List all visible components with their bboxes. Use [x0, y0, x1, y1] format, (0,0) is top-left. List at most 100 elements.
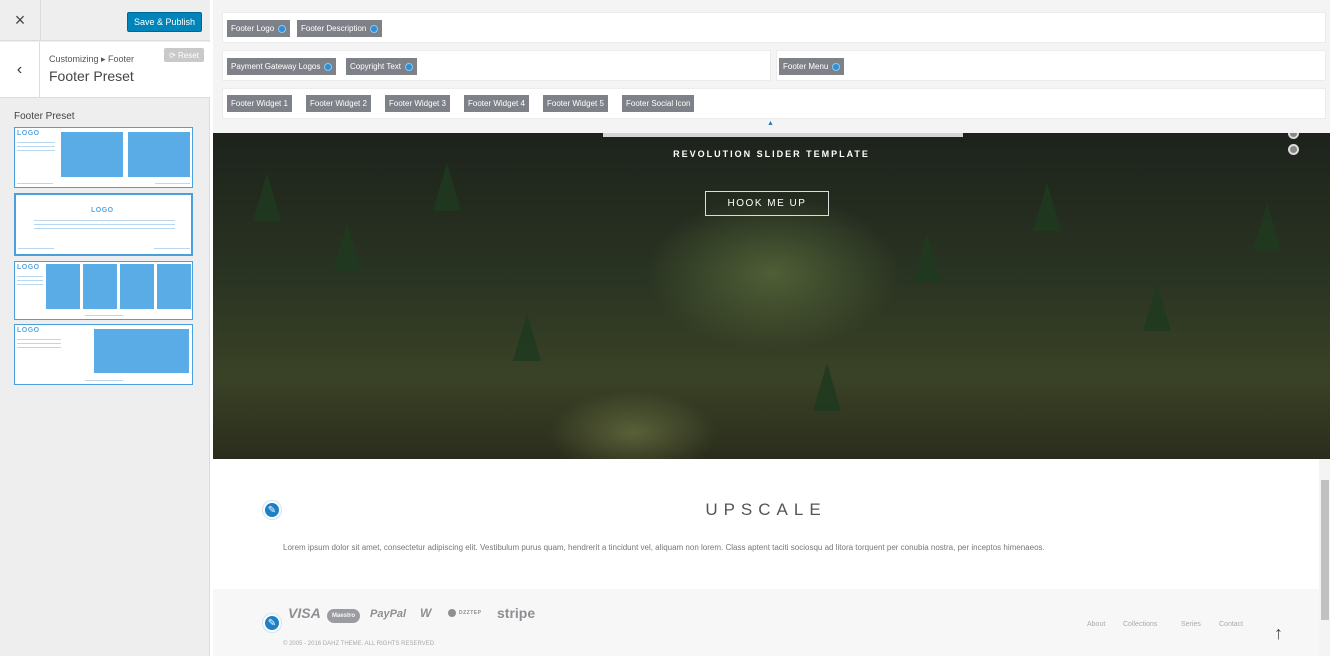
footer-preset-2[interactable]: LOGO — [14, 193, 193, 256]
tree-shape — [333, 223, 361, 271]
tag-footer-logo[interactable]: Footer Logo — [227, 20, 291, 37]
close-icon[interactable]: × — [0, 0, 41, 41]
footer-preset-3[interactable]: LOGO — [14, 261, 193, 320]
tag-footer-description[interactable]: Footer Description — [297, 20, 383, 37]
upscale-section: ✎ UPSCALE Lorem ipsum dolor sit amet, co… — [213, 459, 1319, 589]
preset-line — [18, 248, 54, 249]
preset-line — [17, 339, 61, 340]
preset-heading: Footer Preset — [14, 111, 75, 122]
tag-payment-gateway-logos[interactable]: Payment Gateway Logos — [227, 58, 337, 75]
preset-line — [17, 183, 53, 184]
footer-row-1: Footer Logo Footer Description — [222, 12, 1326, 43]
tag-footer-widget-3[interactable]: Footer Widget 3 — [385, 95, 450, 112]
gear-icon[interactable] — [405, 62, 413, 71]
preset-block — [61, 132, 123, 177]
section-title: Footer Preset — [49, 68, 134, 84]
dzztep-text: DZZTEP — [459, 610, 482, 616]
collapse-arrow-icon[interactable]: ▲ — [767, 120, 774, 127]
preset-block — [83, 264, 117, 309]
customizer-sidebar: × Save & Publish ‹ Customizing ▸ Footer … — [0, 0, 210, 656]
customizer-app: × Save & Publish ‹ Customizing ▸ Footer … — [0, 0, 1330, 656]
section-header: ‹ Customizing ▸ Footer Footer Preset ⟳ R… — [0, 42, 210, 98]
preset-logo: LOGO — [17, 327, 40, 334]
wallet-logo: W — [420, 606, 432, 620]
tree-shape — [433, 163, 461, 211]
tag-footer-menu[interactable]: Footer Menu — [779, 58, 845, 75]
gear-icon[interactable] — [278, 24, 287, 33]
footer-row-2-left: Payment Gateway Logos Copyright Text — [222, 50, 771, 81]
gear-icon[interactable] — [832, 62, 841, 71]
preset-line — [17, 343, 61, 344]
preset-block — [46, 264, 80, 309]
preset-line — [17, 280, 43, 281]
preview-scrollbar[interactable] — [1321, 480, 1329, 620]
preset-block — [94, 329, 189, 373]
gear-icon[interactable] — [370, 24, 379, 33]
footer-menu-collections[interactable]: Collections — [1123, 621, 1157, 628]
tree-shape — [513, 313, 541, 361]
preset-line — [17, 276, 43, 277]
circle-icon — [448, 609, 456, 617]
hero-title-fragment — [603, 133, 963, 137]
tag-label: Payment Gateway Logos — [231, 62, 321, 71]
back-to-top-icon[interactable]: ↑ — [1274, 623, 1283, 644]
preset-logo: LOGO — [17, 264, 40, 271]
preset-line — [85, 380, 123, 381]
hero-slider: REVOLUTION SLIDER TEMPLATE HOOK ME UP — [213, 133, 1330, 459]
gear-icon[interactable] — [324, 62, 333, 71]
dzztep-logo: DZZTEP — [448, 609, 481, 617]
tag-footer-widget-2[interactable]: Footer Widget 2 — [306, 95, 371, 112]
pencil-edit-icon[interactable]: ✎ — [263, 614, 281, 632]
tag-footer-widget-1[interactable]: Footer Widget 1 — [227, 95, 292, 112]
footer-row-3: Footer Widget 1 Footer Widget 2 Footer W… — [222, 88, 1326, 119]
footer-menu-about[interactable]: About — [1087, 621, 1105, 628]
breadcrumb: Customizing ▸ Footer — [49, 54, 135, 64]
preset-line — [34, 220, 175, 221]
preset-line — [17, 142, 55, 143]
tag-label: Footer Logo — [231, 24, 275, 33]
stripe-logo: stripe — [497, 605, 536, 621]
paypal-logo: PayPal — [370, 608, 407, 620]
tree-shape — [253, 173, 281, 221]
preset-line — [154, 248, 190, 249]
tree-shape — [1033, 183, 1061, 231]
preset-line — [17, 347, 61, 348]
tree-shape — [813, 363, 841, 411]
slider-dot-2[interactable] — [1288, 144, 1299, 155]
slider-dot-1[interactable] — [1288, 133, 1299, 139]
preset-logo: LOGO — [91, 207, 114, 214]
preset-line — [17, 146, 55, 147]
preset-line — [17, 150, 55, 151]
preset-line — [34, 228, 175, 229]
footer-preset-4[interactable]: LOGO — [14, 324, 193, 385]
tag-copyright-text[interactable]: Copyright Text — [346, 58, 417, 75]
hero-subtitle: REVOLUTION SLIDER TEMPLATE — [673, 149, 870, 159]
copyright-text: © 2005 - 2016 DAHZ THEME. ALL RIGHTS RES… — [283, 641, 435, 647]
tag-footer-social-icon[interactable]: Footer Social Icon — [622, 95, 695, 112]
preset-line — [85, 315, 123, 316]
preset-block — [120, 264, 154, 309]
tag-footer-widget-4[interactable]: Footer Widget 4 — [464, 95, 529, 112]
tree-shape — [1143, 283, 1171, 331]
tag-label: Footer Description — [301, 24, 367, 33]
back-arrow-icon[interactable]: ‹ — [0, 42, 40, 97]
hook-me-up-button[interactable]: HOOK ME UP — [705, 191, 829, 216]
preset-line — [34, 224, 175, 225]
site-preview: Footer Logo Footer Description Payment G… — [213, 0, 1330, 656]
footer-menu-series[interactable]: Series — [1181, 621, 1201, 628]
customizer-header: × Save & Publish — [0, 0, 210, 41]
tree-shape — [1253, 203, 1281, 251]
preset-logo: LOGO — [17, 130, 40, 137]
footer-preset-1[interactable]: LOGO — [14, 127, 193, 188]
tree-shape — [913, 233, 941, 281]
preset-line — [17, 284, 43, 285]
footer-menu-contact[interactable]: Contact — [1219, 621, 1243, 628]
preset-block — [157, 264, 191, 309]
tag-footer-widget-5[interactable]: Footer Widget 5 — [543, 95, 608, 112]
preset-line — [155, 183, 190, 184]
save-publish-button[interactable]: Save & Publish — [127, 12, 202, 32]
section-heading: UPSCALE — [705, 500, 827, 519]
footer-row-2-right: Footer Menu — [776, 50, 1326, 81]
reset-button[interactable]: ⟳ Reset — [164, 48, 204, 62]
maestro-logo: Maestro — [327, 609, 360, 623]
